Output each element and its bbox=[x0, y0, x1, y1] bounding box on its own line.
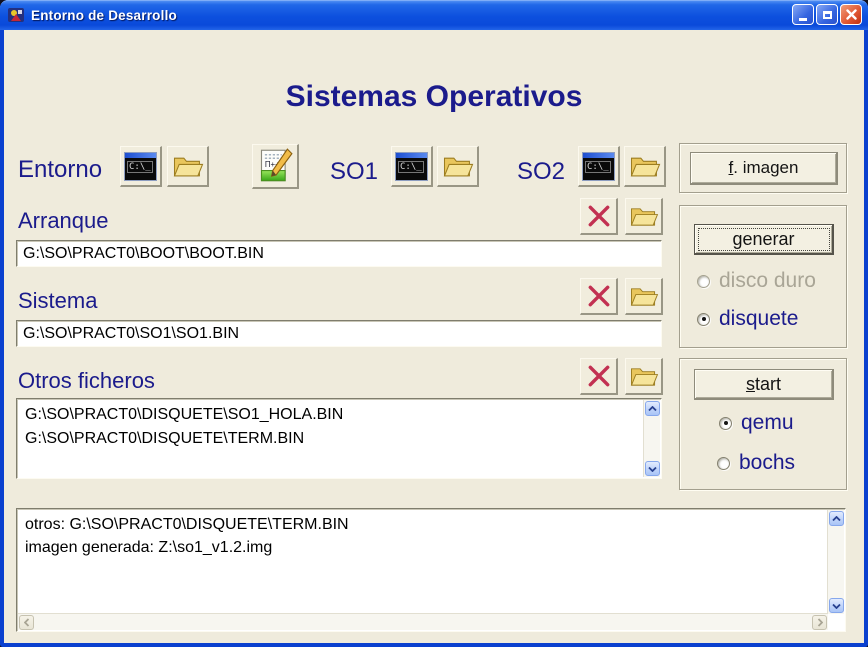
folder-icon bbox=[630, 367, 658, 386]
scroll-up-button[interactable] bbox=[645, 401, 660, 416]
arranque-folder-button[interactable] bbox=[625, 198, 663, 235]
radio-circle bbox=[697, 312, 710, 326]
entorno-label: Entorno bbox=[18, 156, 103, 183]
arranque-input[interactable] bbox=[16, 240, 662, 267]
app-window: Entorno de Desarrollo Sistemas Operativo… bbox=[0, 0, 868, 647]
radio-circle bbox=[717, 456, 730, 470]
scroll-down-button[interactable] bbox=[645, 461, 660, 476]
so1-folder-button[interactable] bbox=[437, 146, 479, 187]
client-area: Sistemas Operativos Entorno C:\_ Π++ SO1… bbox=[4, 30, 864, 643]
window-title: Entorno de Desarrollo bbox=[31, 7, 177, 23]
radio-qemu[interactable]: qemu bbox=[719, 411, 794, 435]
f-imagen-group: f. imagen bbox=[679, 143, 847, 193]
maximize-button[interactable] bbox=[816, 4, 838, 25]
disquete-label: disquete bbox=[719, 307, 799, 330]
folder-icon bbox=[630, 157, 660, 176]
folder-icon bbox=[443, 157, 473, 176]
so2-folder-button[interactable] bbox=[624, 146, 666, 187]
otros-files-list[interactable]: G:\SO\PRACT0\DISQUETE\SO1_HOLA.BIN G:\SO… bbox=[16, 398, 662, 479]
folder-icon bbox=[173, 157, 203, 176]
chevron-down-icon bbox=[832, 603, 841, 609]
editor-icon: Π++ bbox=[260, 148, 293, 182]
editor-button[interactable]: Π++ bbox=[252, 144, 299, 189]
radio-disquete[interactable]: disquete bbox=[697, 307, 798, 331]
start-accel: s bbox=[745, 373, 755, 394]
sistema-input[interactable] bbox=[16, 320, 662, 347]
otros-scrollbar[interactable] bbox=[643, 400, 660, 477]
chevron-right-icon bbox=[817, 618, 823, 627]
so1-label: SO1 bbox=[330, 158, 379, 185]
terminal-titlebar bbox=[583, 152, 614, 158]
generar-button[interactable]: generar bbox=[694, 224, 834, 255]
radio-circle bbox=[719, 416, 732, 430]
log-vertical-scrollbar[interactable] bbox=[827, 510, 844, 614]
terminal-titlebar bbox=[125, 152, 156, 158]
entorno-terminal-button[interactable]: C:\_ bbox=[120, 146, 162, 187]
arranque-label: Arranque bbox=[18, 208, 109, 233]
maximize-icon bbox=[822, 10, 832, 19]
otros-files-text: G:\SO\PRACT0\DISQUETE\SO1_HOLA.BIN G:\SO… bbox=[25, 406, 344, 447]
otros-ficheros-label: Otros ficheros bbox=[18, 368, 155, 393]
terminal-titlebar bbox=[396, 152, 427, 158]
scroll-right-button[interactable] bbox=[812, 615, 827, 630]
chevron-up-icon bbox=[832, 515, 841, 521]
minimize-button[interactable] bbox=[792, 4, 814, 25]
scroll-up-button[interactable] bbox=[829, 511, 844, 526]
log-output[interactable]: otros: G:\SO\PRACT0\DISQUETE\TERM.BIN im… bbox=[16, 508, 846, 632]
log-text: otros: G:\SO\PRACT0\DISQUETE\TERM.BIN im… bbox=[25, 516, 349, 556]
clear-x-icon bbox=[588, 205, 609, 227]
otros-folder-button[interactable] bbox=[625, 358, 663, 395]
sistema-clear-button[interactable] bbox=[580, 278, 618, 315]
otros-clear-button[interactable] bbox=[580, 358, 618, 395]
terminal-icon: C:\_ bbox=[124, 151, 157, 181]
close-button[interactable] bbox=[840, 4, 862, 25]
arranque-clear-button[interactable] bbox=[580, 198, 618, 235]
terminal-prompt-text: C:\_ bbox=[127, 160, 153, 173]
scroll-left-button[interactable] bbox=[19, 615, 34, 630]
radio-circle bbox=[697, 274, 710, 288]
radio-bochs[interactable]: bochs bbox=[717, 451, 795, 475]
scroll-down-button[interactable] bbox=[829, 598, 844, 613]
terminal-prompt-text: C:\_ bbox=[585, 160, 611, 173]
app-icon bbox=[7, 6, 25, 24]
start-group: start qemu bochs bbox=[679, 358, 847, 490]
terminal-prompt-text: C:\_ bbox=[398, 160, 424, 173]
folder-icon bbox=[630, 207, 658, 226]
sistema-folder-button[interactable] bbox=[625, 278, 663, 315]
minimize-icon bbox=[799, 18, 807, 21]
start-label: tart bbox=[754, 373, 781, 394]
log-horizontal-scrollbar[interactable] bbox=[18, 613, 828, 630]
chevron-left-icon bbox=[23, 618, 29, 627]
window-controls bbox=[792, 4, 862, 25]
sistema-label: Sistema bbox=[18, 288, 98, 313]
folder-icon bbox=[630, 287, 658, 306]
chevron-down-icon bbox=[648, 466, 657, 472]
disco-duro-label: disco duro bbox=[719, 269, 816, 292]
start-button[interactable]: start bbox=[694, 369, 834, 400]
generar-group: generar disco duro disquete bbox=[679, 205, 847, 348]
so2-label: SO2 bbox=[517, 158, 566, 185]
so1-terminal-button[interactable]: C:\_ bbox=[391, 146, 433, 187]
close-icon bbox=[845, 9, 857, 20]
entorno-folder-button[interactable] bbox=[167, 146, 209, 187]
so2-terminal-button[interactable]: C:\_ bbox=[578, 146, 620, 187]
radio-disco-duro: disco duro bbox=[697, 269, 816, 293]
chevron-up-icon bbox=[648, 405, 657, 411]
qemu-label: qemu bbox=[741, 411, 794, 434]
generar-label: enerar bbox=[742, 228, 795, 249]
f-imagen-label: . imagen bbox=[733, 158, 799, 177]
f-imagen-button[interactable]: f. imagen bbox=[690, 152, 838, 185]
titlebar[interactable]: Entorno de Desarrollo bbox=[0, 0, 868, 30]
page-title: Sistemas Operativos bbox=[285, 80, 583, 113]
generar-accel: g bbox=[732, 228, 743, 249]
clear-x-icon bbox=[588, 365, 609, 387]
terminal-icon: C:\_ bbox=[395, 151, 428, 181]
terminal-icon: C:\_ bbox=[582, 151, 615, 181]
bochs-label: bochs bbox=[739, 451, 796, 474]
clear-x-icon bbox=[588, 285, 609, 307]
